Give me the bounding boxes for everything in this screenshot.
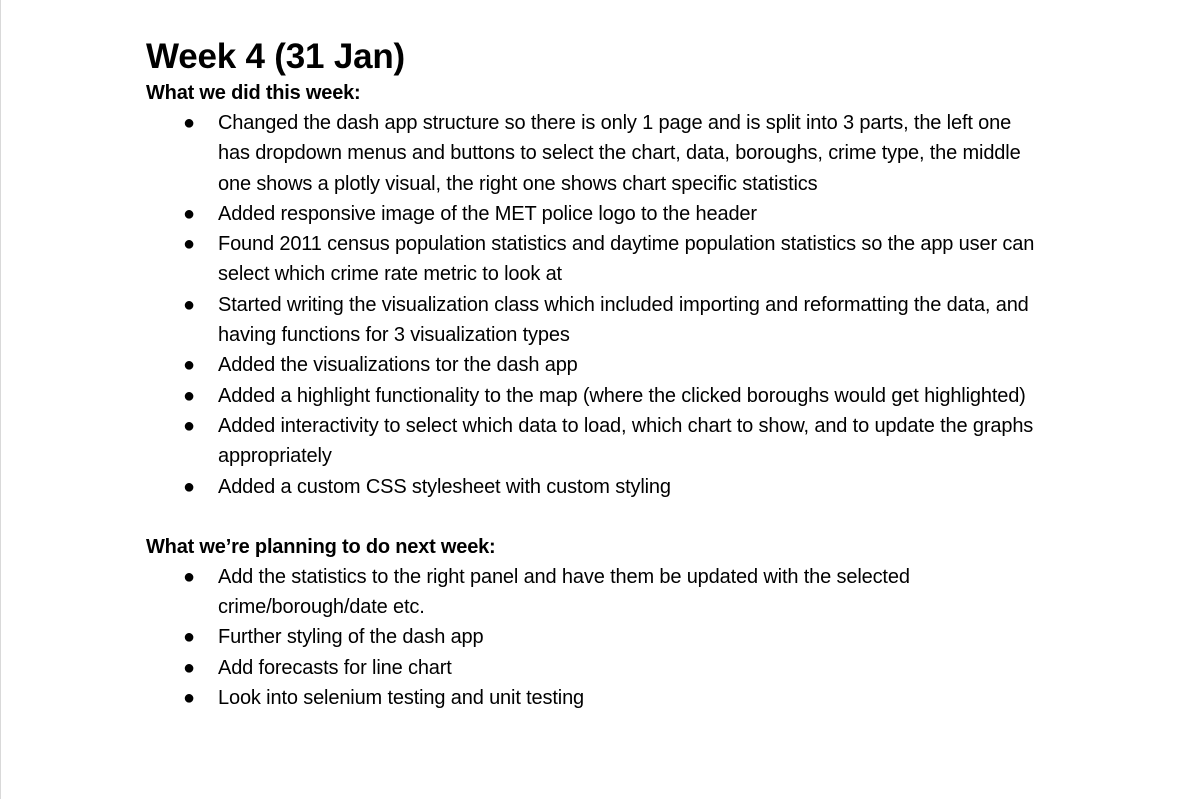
bullet-icon: ● [183, 202, 195, 225]
list-item-text: Added a highlight functionality to the m… [218, 384, 1026, 407]
list-item-text: Changed the dash app structure so there … [218, 112, 1021, 195]
list-item-text: Started writing the visualization class … [218, 293, 1029, 347]
section-next-week: What we’re planning to do next week: ● Ad… [146, 532, 1046, 713]
document-body: Week 4 (31 Jan) What we did this week: ●… [146, 36, 1046, 713]
list-item-text: Add the statistics to the right panel an… [218, 565, 910, 619]
list-item: ● Further styling of the dash app [146, 622, 1046, 652]
list-item: ● Add forecasts for line chart [146, 653, 1046, 683]
section-heading: What we did this week: [146, 82, 361, 104]
list-item: ● Found 2011 census population statistics… [146, 229, 1046, 290]
document-page: Week 4 (31 Jan) What we did this week: ●… [0, 0, 1189, 799]
bullet-icon: ● [183, 687, 195, 710]
bullet-icon: ● [183, 354, 195, 377]
list-item: ● Add the statistics to the right panel a… [146, 562, 1046, 623]
list-item-text: Added interactivity to select which data… [218, 414, 1034, 468]
list-item: ● Added interactivity to select which dat… [146, 411, 1046, 472]
list-item: ● Started writing the visualization class… [146, 290, 1046, 351]
list-item-text: Added responsive image of the MET police… [218, 202, 757, 225]
bullet-list: ● Changed the dash app structure so there… [146, 108, 1046, 502]
bullet-icon: ● [183, 626, 195, 649]
list-item-text: Add forecasts for line chart [218, 656, 452, 679]
bullet-list: ● Add the statistics to the right panel a… [146, 562, 1046, 713]
list-item-text: Added a custom CSS stylesheet with custo… [218, 475, 671, 498]
bullet-icon: ● [183, 112, 195, 134]
list-item-text: Look into selenium testing and unit test… [218, 687, 585, 710]
list-item: ● Look into selenium testing and unit tes… [146, 683, 1046, 713]
bullet-icon: ● [183, 656, 195, 679]
list-item: ● Changed the dash app structure so there… [146, 108, 1046, 199]
bullet-icon: ● [183, 565, 195, 588]
list-item: ● Added the visualizations tor the dash a… [146, 350, 1046, 380]
page-title: Week 4 (31 Jan) [146, 37, 405, 76]
list-item: ● Added a highlight functionality to the … [146, 381, 1046, 411]
list-item: ● Added a custom CSS stylesheet with cust… [146, 472, 1046, 502]
bullet-icon: ● [183, 293, 195, 316]
list-item: ● Added responsive image of the MET polic… [146, 199, 1046, 229]
section-this-week: What we did this week: ● Changed the dash… [146, 78, 1046, 502]
list-item-text: Further styling of the dash app [218, 626, 484, 649]
bullet-icon: ● [183, 475, 195, 498]
list-item-text: Added the visualizations tor the dash ap… [218, 354, 578, 377]
bullet-icon: ● [183, 233, 195, 256]
bullet-icon: ● [183, 384, 195, 407]
list-item-text: Found 2011 census population statistics … [218, 233, 1035, 286]
bullet-icon: ● [183, 414, 195, 437]
section-heading: What we’re planning to do next week: [146, 535, 496, 558]
